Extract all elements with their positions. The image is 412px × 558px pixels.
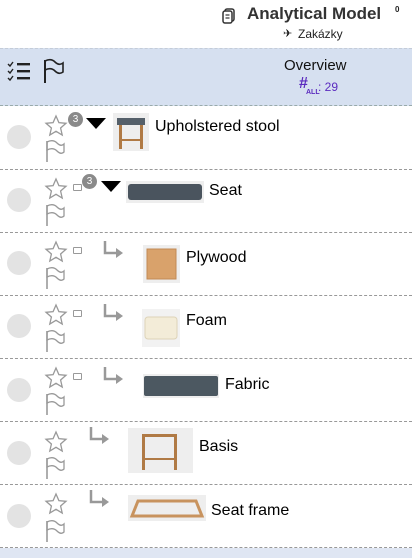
expand-arrow-icon[interactable] (101, 181, 121, 192)
flag-icon[interactable] (44, 392, 66, 416)
model-badge: 0 (395, 5, 400, 14)
star-icon[interactable] (44, 366, 68, 390)
foam-image (142, 309, 180, 347)
child-arrow-icon (103, 367, 123, 384)
flag-icon[interactable] (44, 266, 66, 290)
star-icon[interactable] (44, 303, 68, 327)
count-badge: 3 (68, 112, 83, 127)
pin-icon: ✈ (283, 28, 293, 40)
status-circle[interactable] (7, 441, 31, 465)
star-icon[interactable] (44, 240, 68, 264)
list-item[interactable]: Fabric (0, 358, 412, 422)
seat-frame-image (128, 495, 206, 521)
list-item[interactable]: 3 Seat (0, 169, 412, 233)
expand-arrow-icon[interactable] (86, 118, 106, 129)
item-label: Foam (186, 312, 227, 329)
status-circle[interactable] (7, 188, 31, 212)
note-icon[interactable] (73, 373, 82, 380)
count-badge: 3 (82, 174, 97, 189)
basis-image (128, 428, 193, 473)
item-label: Seat (209, 182, 242, 199)
checklist-icon[interactable] (6, 59, 32, 85)
star-icon[interactable] (44, 430, 68, 454)
toolbar: Overview # ALL : 29 (0, 48, 412, 106)
item-count: : 29 (318, 80, 339, 94)
flag-icon[interactable] (44, 519, 66, 543)
star-icon[interactable] (44, 492, 68, 516)
flag-icon[interactable] (44, 203, 66, 227)
model-icon (222, 8, 235, 24)
child-arrow-icon (103, 241, 123, 258)
flag-icon[interactable] (44, 456, 66, 480)
header: Analytical Model 0 ✈ Zakázky (0, 0, 412, 48)
list-item[interactable]: Seat frame (0, 484, 412, 548)
star-icon[interactable] (44, 114, 68, 138)
status-circle[interactable] (7, 314, 31, 338)
note-icon[interactable] (73, 247, 82, 254)
bottom-strip (0, 548, 412, 558)
list-item[interactable]: Basis (0, 421, 412, 485)
flag-filter-icon[interactable] (42, 58, 64, 84)
child-arrow-icon (89, 490, 109, 507)
stool-image (113, 113, 149, 151)
item-label: Seat frame (211, 502, 290, 519)
item-label: Plywood (186, 249, 247, 266)
item-label: Upholstered stool (155, 118, 280, 135)
child-arrow-icon (89, 427, 109, 444)
status-circle[interactable] (7, 378, 31, 402)
fabric-image (143, 374, 219, 398)
flag-icon[interactable] (44, 329, 66, 353)
list-item[interactable]: Foam (0, 295, 412, 359)
flag-icon[interactable] (44, 139, 66, 163)
list-item[interactable]: 3 Upholstered stool (0, 106, 412, 170)
model-subtitle[interactable]: Zakázky (298, 27, 343, 41)
item-label: Fabric (225, 376, 270, 393)
status-circle[interactable] (7, 504, 31, 528)
list-item[interactable]: Plywood (0, 232, 412, 296)
model-title: Analytical Model (247, 4, 382, 23)
overview-title[interactable]: Overview (284, 57, 347, 74)
note-icon[interactable] (73, 184, 82, 191)
status-circle[interactable] (7, 251, 31, 275)
child-arrow-icon (103, 304, 123, 321)
status-circle[interactable] (7, 125, 31, 149)
plywood-image (143, 245, 180, 283)
note-icon[interactable] (73, 310, 82, 317)
item-label: Basis (199, 438, 239, 455)
seat-image (126, 181, 204, 203)
star-icon[interactable] (44, 177, 68, 201)
